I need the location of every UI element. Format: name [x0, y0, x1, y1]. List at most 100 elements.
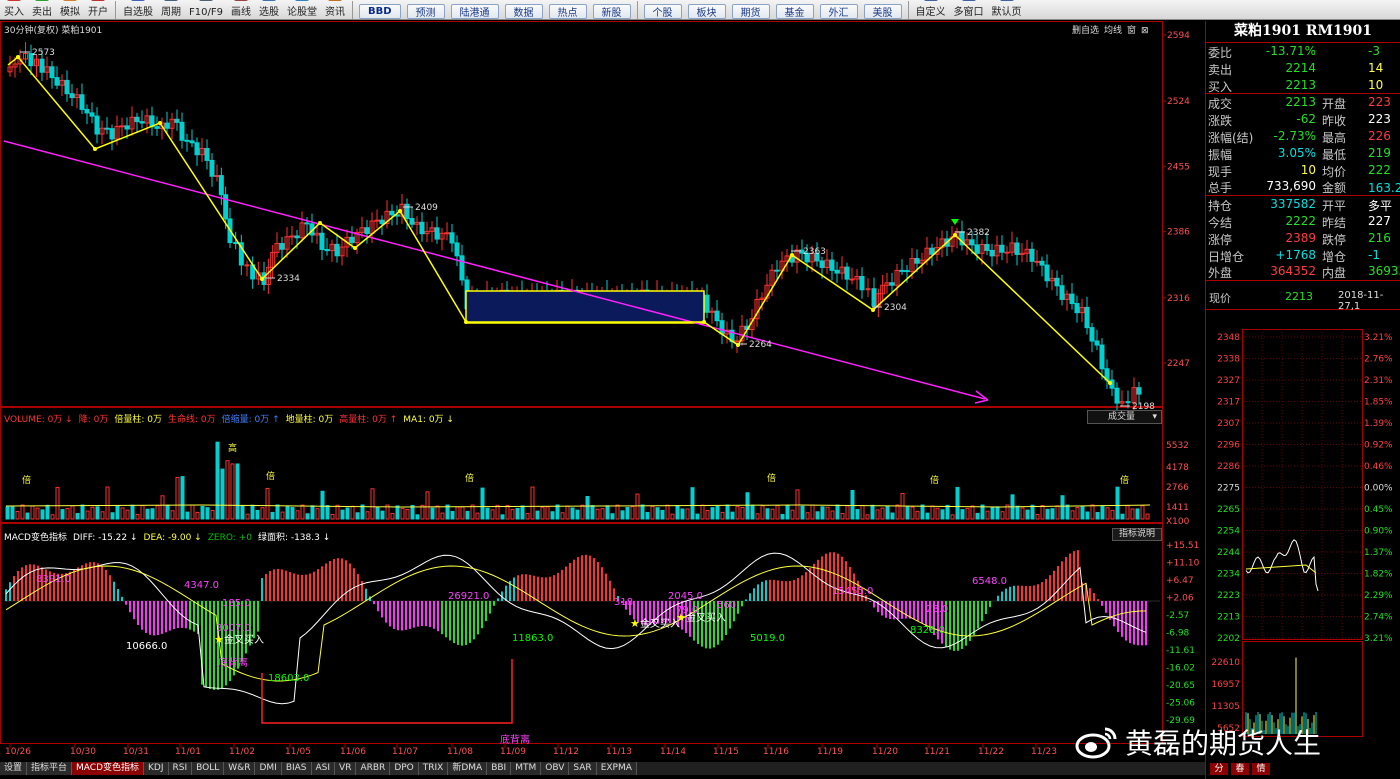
chart-canvas[interactable]: 2594 2524 2455 2386 2316 2247 10/26 10/30 10/31 1… [0, 21, 1205, 765]
candle-body [379, 219, 385, 225]
mini-avg-line [1245, 564, 1317, 574]
mini-tab-0[interactable]: 分 [1210, 763, 1228, 775]
toolbar-tab-2[interactable]: 陆港通 [450, 4, 499, 19]
toolbar-tab-4[interactable]: 热点 [548, 4, 587, 19]
nav-watchlist-button[interactable]: 自选股 [119, 0, 157, 19]
date-axis-label: 11/13 [606, 747, 632, 757]
volume-bar [535, 510, 540, 520]
quote-key: 最高 [1322, 130, 1347, 145]
mini-tab-1[interactable]: 春 [1231, 763, 1249, 775]
mini-left-axis-label: 2275 [1217, 484, 1240, 494]
market-tab-2[interactable]: 期货 [731, 4, 770, 19]
nav-draw-line-button[interactable]: 画线 [227, 0, 255, 19]
indicator-tab-1[interactable]: 指标平台 [27, 762, 73, 775]
kline-control-2[interactable]: 窗 [1127, 26, 1136, 36]
market-tab-5[interactable]: 美股 [863, 4, 902, 19]
kline-control-1[interactable]: 均线 [1104, 26, 1122, 36]
indicator-tab-16[interactable]: MTM [511, 762, 542, 775]
volume-bar [495, 504, 500, 520]
toolbar-tab-5[interactable]: 新股 [592, 4, 631, 19]
volume-bar [1120, 513, 1125, 520]
indicator-tab-19[interactable]: EXPMA [596, 762, 637, 775]
indicator-tab-6[interactable]: W&R [224, 762, 256, 775]
indicator-tab-11[interactable]: ARBR [356, 762, 391, 775]
volume-bar [560, 512, 565, 520]
nav-news-button[interactable]: 资讯 [321, 0, 349, 19]
volume-bar [955, 486, 960, 520]
view-default-page-button[interactable]: 默认页 [988, 0, 1026, 19]
volume-bar [485, 507, 490, 520]
trade-buy-button[interactable]: 买入 [0, 0, 28, 19]
volume-type-label: 成交量 [1108, 412, 1136, 422]
indicator-tab-12[interactable]: DPO [390, 762, 419, 775]
candle-body [124, 125, 130, 130]
volume-bar [800, 505, 805, 520]
indicator-tab-18[interactable]: SAR [569, 762, 597, 775]
trade-account-button[interactable]: 开户 [84, 0, 112, 19]
market-tab-0[interactable]: 个股 [643, 4, 682, 19]
kline-control-3[interactable]: ⊠ [1141, 26, 1149, 36]
volume-bar [130, 504, 135, 520]
macd-axis-label: +6.47 [1166, 576, 1194, 586]
candle-body [459, 255, 465, 281]
mini-volume-axis-label: 11305 [1211, 702, 1240, 712]
indicator-tab-7[interactable]: DMI [255, 762, 282, 775]
volume-bar [185, 511, 190, 520]
chart-area[interactable]: 2594 2524 2455 2386 2316 2247 10/26 10/30 10/31 1… [0, 21, 1205, 765]
nav-f10-button[interactable]: F10/F9 [185, 0, 227, 19]
macd-header-item: DEA: -9.00 ↓ [143, 533, 202, 543]
mini-left-axis-label: 2213 [1217, 613, 1240, 623]
volume-bar [70, 505, 75, 520]
candle-body [719, 320, 725, 335]
trade-sell-button[interactable]: 卖出 [28, 0, 56, 19]
view-custom-button[interactable]: 自定义 [912, 0, 950, 19]
indicator-tab-14[interactable]: 新DMA [448, 762, 488, 775]
volume-bar [240, 505, 245, 520]
toolbar-tab-1[interactable]: 预测 [406, 4, 445, 19]
indicator-tab-8[interactable]: BIAS [281, 762, 312, 775]
kline-control-0[interactable]: 删自选 [1072, 26, 1099, 36]
mini-right-axis-label: 0.45% [1364, 505, 1393, 515]
toolbar-tab-3[interactable]: 数据 [504, 4, 543, 19]
volume-bar [640, 504, 645, 520]
simulate-icon [63, 0, 77, 1]
nav-period-button[interactable]: 周期 [157, 0, 185, 19]
mini-tab-2[interactable]: 情 [1252, 763, 1270, 775]
market-tab-3[interactable]: 基金 [775, 4, 814, 19]
indicator-tab-4[interactable]: RSI [168, 762, 193, 775]
quote-value: -1 [1368, 247, 1380, 262]
candle-body [1084, 306, 1090, 329]
indicator-tab-3[interactable]: KDJ [144, 762, 169, 775]
nav-forum-button[interactable]: 论股堂 [283, 0, 321, 19]
market-tab-1[interactable]: 板块 [687, 4, 726, 19]
intraday-mini-chart[interactable]: 2348 3.21% 2338 2.76% 2327 2.31% 2317 1.85% 2307… [1206, 329, 1400, 739]
indicator-tab-5[interactable]: BOLL [192, 762, 225, 775]
volume-bar [1095, 511, 1100, 520]
volume-bar [735, 506, 740, 520]
indicator-tab-2[interactable]: MACD变色指标 [72, 762, 145, 775]
candle-body [974, 244, 980, 254]
toolbar-tab-0[interactable]: BBD [358, 4, 401, 19]
volume-bar [1070, 510, 1075, 520]
nav-stock-screen-button[interactable]: 选股 [255, 0, 283, 19]
indicator-tab-0[interactable]: 设置 [0, 762, 28, 775]
candle-body [374, 219, 380, 222]
volume-bar [310, 505, 315, 520]
view-multi-window-button[interactable]: 多窗口 [950, 0, 988, 19]
indicator-tab-13[interactable]: TRIX [418, 762, 449, 775]
indicator-tab-10[interactable]: VR [335, 762, 357, 775]
volume-bar [660, 509, 665, 520]
volume-bar [655, 507, 660, 520]
indicator-tab-15[interactable]: BBI [487, 762, 512, 775]
volume-type-dropdown[interactable]: 成交量 ▾ [1087, 410, 1162, 424]
indicator-tab-9[interactable]: ASI [311, 762, 336, 775]
indicator-tab-17[interactable]: OBV [541, 762, 570, 775]
candle-body [871, 288, 877, 307]
trade-simulate-button[interactable]: 模拟 [56, 0, 84, 19]
mini-volume-axis-label: 22610 [1211, 658, 1240, 668]
market-tab-4[interactable]: 外汇 [819, 4, 858, 19]
indicator-help-button[interactable]: 指标说明 [1112, 528, 1162, 541]
quote-value: -62 [1296, 112, 1316, 127]
candle-body [1044, 264, 1050, 282]
macd-header-item: ZERO: +0 [207, 533, 252, 543]
